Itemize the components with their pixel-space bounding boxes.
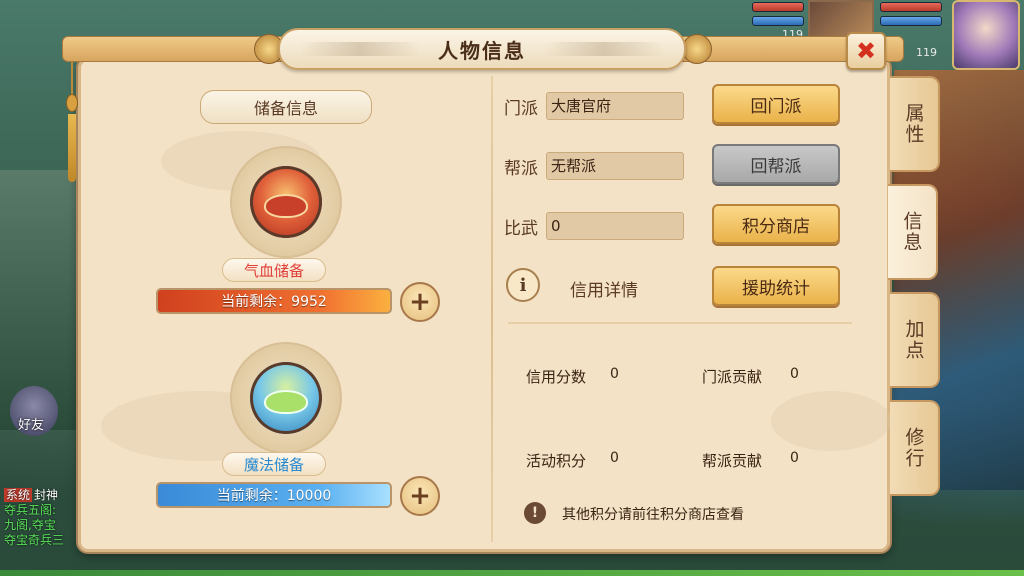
tab-cultivation-label: 修行 [902,427,925,469]
blue-soup-bowl-icon [250,362,322,434]
mp-remaining-text: 当前剩余：10000 [216,488,332,504]
frame-ornament-right [682,34,712,64]
tassel-fringe [68,114,76,182]
tab-info[interactable]: 信息 [888,184,938,280]
guild-label: 帮派 [504,159,538,179]
activity-points-label: 活动积分 [526,452,587,470]
add-mp-reserve-button[interactable]: + [400,476,440,516]
tab-add-points-label: 加点 [902,319,925,361]
tab-cultivation[interactable]: 修行 [890,400,940,496]
mp-reserve-name: 魔法储备 [222,452,326,476]
soup [264,390,308,414]
points-shop-button[interactable]: 积分商店 [712,204,840,244]
mp-reserve-icon-holder[interactable] [230,342,342,454]
tab-info-label: 信息 [900,211,923,253]
credit-details-label[interactable]: 信用详情 [570,276,638,301]
arena-label: 比武 [504,219,538,239]
chat-log[interactable]: 系统 封神 夺兵五阁: 九阁,夺宝 夺宝奇兵三 [4,488,84,548]
arena-field: 0 [546,212,684,240]
points-shop-label: 积分商店 [742,216,810,237]
page-title: 人物信息 [438,38,526,63]
chat-line: 系统 封神 [4,488,84,503]
soup [264,194,308,218]
hp-reserve-icon-holder[interactable] [230,146,342,258]
chat-line: 夺宝奇兵三 [4,533,65,547]
return-to-guild-button[interactable]: 回帮派 [712,144,840,184]
tab-attributes[interactable]: 属性 [890,76,940,172]
guild-contribution-value: 0 [790,450,799,466]
hero-mp-bar [880,16,942,26]
reserve-header: 储备信息 [200,90,372,124]
return-to-guild-label: 回帮派 [750,156,802,177]
pet-mp-bar [752,16,804,26]
friend-label: 好友 [18,418,45,433]
sect-contribution-value: 0 [790,366,799,382]
return-to-sect-button[interactable]: 回门派 [712,84,840,124]
cloud-decoration [771,391,891,451]
title-decoration-right [544,42,664,56]
hp-reserve-name: 气血储备 [222,258,326,282]
chat-line: 夺兵五阁: [4,503,57,517]
add-hp-reserve-button[interactable]: + [400,282,440,322]
red-soup-bowl-icon [250,166,322,238]
tassel-decoration [66,62,78,182]
hp-reserve-name-text: 气血储备 [243,261,304,280]
title-decoration-left [300,42,420,56]
hero-hp-bar [880,2,942,12]
points-footnote: 其他积分请前往积分商店查看 [562,507,744,523]
exp-bar [0,570,1024,576]
tassel-string [71,62,73,96]
tab-add-points[interactable]: 加点 [890,292,940,388]
plus-icon: + [409,481,431,511]
plus-icon: + [409,287,431,317]
exclamation-icon: ! [524,502,546,524]
hero-level: 119 [916,46,937,59]
info-icon[interactable]: i [506,268,540,302]
mp-reserve-name-text: 魔法储备 [243,455,304,474]
sect-field: 大唐官府 [546,92,684,120]
chat-line: 九阁,夺宝 [4,518,56,532]
close-button[interactable]: ✖ [846,32,886,70]
sect-label: 门派 [504,99,538,119]
chat-tag: 系统 [4,488,33,502]
section-divider [508,322,852,324]
hp-remaining-text: 当前剩余：9952 [221,294,327,310]
column-divider [491,76,493,542]
reserve-header-text: 储备信息 [253,99,318,118]
chat-text: 封神 [34,488,59,502]
tassel-knot [66,94,78,112]
assist-stats-label: 援助统计 [742,278,810,299]
mp-reserve-bar: 当前剩余：10000 [156,482,392,508]
sect-contribution-label: 门派贡献 [702,368,763,386]
activity-points-value: 0 [610,450,619,466]
credit-score-value: 0 [610,366,619,382]
title-plaque: 人物信息 [278,28,686,70]
return-to-sect-label: 回门派 [750,96,802,117]
tab-attributes-label: 属性 [902,103,925,145]
assist-stats-button[interactable]: 援助统计 [712,266,840,306]
close-icon: ✖ [855,37,877,65]
hero-avatar[interactable] [952,0,1020,70]
hp-reserve-bar: 当前剩余：9952 [156,288,392,314]
guild-field: 无帮派 [546,152,684,180]
guild-contribution-label: 帮派贡献 [702,452,763,470]
credit-score-label: 信用分数 [526,368,587,386]
pet-hp-bar [752,2,804,12]
